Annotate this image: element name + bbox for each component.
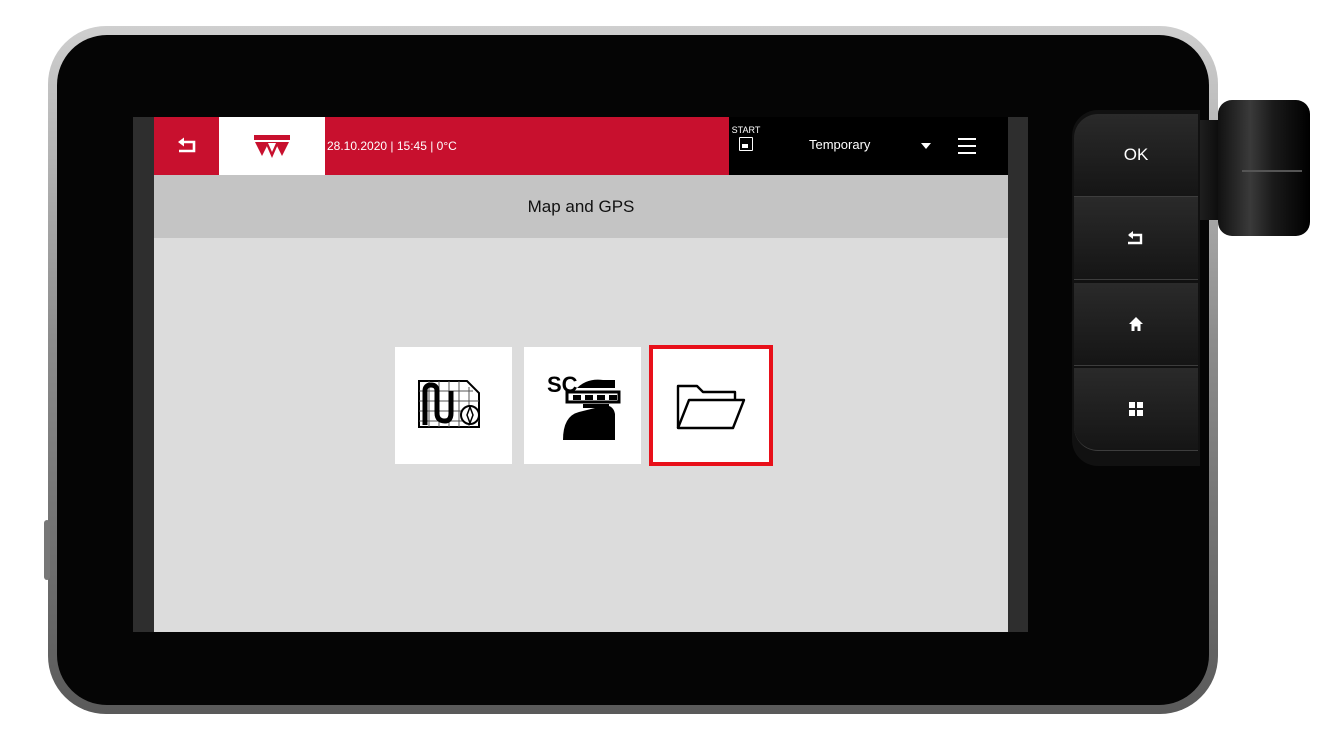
status-bar: 28.10.2020 | 15:45 | 0°C (325, 117, 729, 175)
start-label: START (731, 125, 761, 135)
back-button[interactable] (154, 117, 219, 175)
apps-hardware-button[interactable] (1074, 368, 1198, 451)
brand-logo (219, 117, 325, 175)
hamburger-menu-icon[interactable] (958, 138, 976, 159)
page-title: Map and GPS (527, 196, 635, 216)
rotary-knob[interactable] (1218, 100, 1310, 236)
apps-icon (1129, 402, 1143, 416)
home-hardware-button[interactable] (1074, 283, 1198, 366)
back-arrow-icon (177, 137, 195, 153)
display: 28.10.2020 | 15:45 | 0°C START Temporary… (154, 117, 1008, 632)
back-icon (1128, 231, 1143, 245)
folder-icon (676, 384, 746, 429)
folder-tile[interactable] (649, 345, 773, 466)
profile-selector[interactable]: Temporary (809, 137, 870, 152)
back-hardware-button[interactable] (1074, 197, 1198, 280)
dropdown-caret-icon[interactable] (921, 143, 931, 149)
start-recording-button[interactable]: START (729, 125, 763, 151)
triple-triangle-logo-icon (254, 135, 290, 158)
save-disk-icon (739, 137, 753, 151)
field-map-guidance-icon (417, 379, 480, 428)
side-port (44, 520, 50, 580)
ok-hardware-button[interactable]: OK (1074, 114, 1198, 197)
header-controls: START Temporary (729, 117, 1008, 175)
section-control-tile[interactable]: SC (524, 347, 641, 464)
home-icon (1129, 317, 1143, 331)
page-title-bar: Map and GPS (154, 175, 1008, 238)
top-bar: 28.10.2020 | 15:45 | 0°C START Temporary (154, 117, 1008, 175)
ok-label: OK (1123, 145, 1149, 164)
date-time-temperature: 28.10.2020 | 15:45 | 0°C (327, 139, 457, 153)
field-map-guidance-tile[interactable] (395, 347, 512, 464)
section-control-icon: SC (547, 372, 620, 440)
